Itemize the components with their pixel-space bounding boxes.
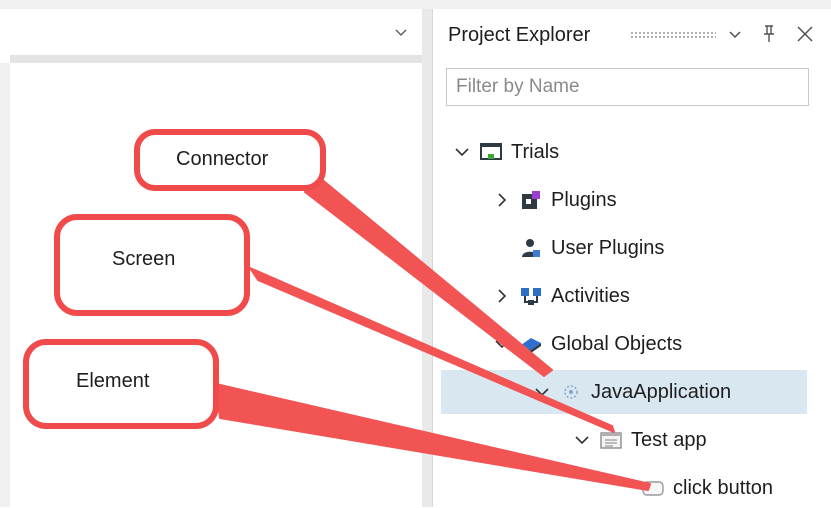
project-icon <box>479 140 503 164</box>
editor-pane <box>0 9 422 507</box>
element-callout-label: Element <box>76 370 150 392</box>
collapsed-chevron-icon[interactable] <box>493 191 511 209</box>
tree-item-label: Trials <box>511 140 560 163</box>
user-plugins-icon <box>519 236 543 260</box>
editor-edge <box>0 63 10 507</box>
tree-item-label: User Plugins <box>551 236 665 259</box>
plugins-icon <box>519 188 543 212</box>
pin-icon[interactable] <box>759 23 779 45</box>
no-expander <box>493 239 511 257</box>
project-explorer-panel: Project Explorer Trials <box>433 9 831 507</box>
panel-menu-chevron-icon[interactable] <box>725 23 745 45</box>
connector-icon <box>559 380 583 404</box>
tree-item-label: Plugins <box>551 188 617 211</box>
tree-item-trials[interactable]: Trials <box>453 132 559 172</box>
filter-by-name-input[interactable] <box>446 68 809 106</box>
expanded-chevron-icon[interactable] <box>493 335 511 353</box>
tree-item-click-button[interactable]: click button <box>615 468 773 508</box>
editor-separator <box>10 55 422 63</box>
element-icon <box>641 476 665 500</box>
tree-item-plugins[interactable]: Plugins <box>493 180 617 220</box>
connector-callout-label: Connector <box>176 148 269 170</box>
editor-canvas[interactable] <box>10 63 422 507</box>
tree-item-activities[interactable]: Activities <box>493 276 630 316</box>
no-expander <box>615 479 633 497</box>
tree-item-label: Activities <box>551 284 630 307</box>
expanded-chevron-icon[interactable] <box>573 431 591 449</box>
panel-splitter[interactable] <box>422 9 432 507</box>
tree-item-label: JavaApplication <box>591 380 732 403</box>
collapsed-chevron-icon[interactable] <box>493 287 511 305</box>
expanded-chevron-icon[interactable] <box>533 383 551 401</box>
tree-item-label: click button <box>673 476 774 499</box>
editor-header <box>0 9 422 55</box>
panel-title: Project Explorer <box>448 24 591 46</box>
activities-icon <box>519 284 543 308</box>
tree-item-java-application[interactable]: JavaApplication <box>441 370 807 414</box>
tree-item-user-plugins[interactable]: User Plugins <box>493 228 664 268</box>
tree-item-global-objects[interactable]: Global Objects <box>493 324 682 364</box>
expanded-chevron-icon[interactable] <box>453 143 471 161</box>
dropdown-chevron-icon[interactable] <box>392 23 410 41</box>
window-top-strip <box>0 0 831 9</box>
screen-icon <box>599 428 623 452</box>
global-objects-icon <box>519 332 543 356</box>
close-icon[interactable] <box>795 23 815 45</box>
tree-item-label: Global Objects <box>551 332 683 355</box>
screen-callout-label: Screen <box>112 248 176 270</box>
tree-item-label: Test app <box>631 428 707 451</box>
tree-item-test-app[interactable]: Test app <box>573 420 707 460</box>
panel-drag-grip[interactable] <box>630 31 716 39</box>
